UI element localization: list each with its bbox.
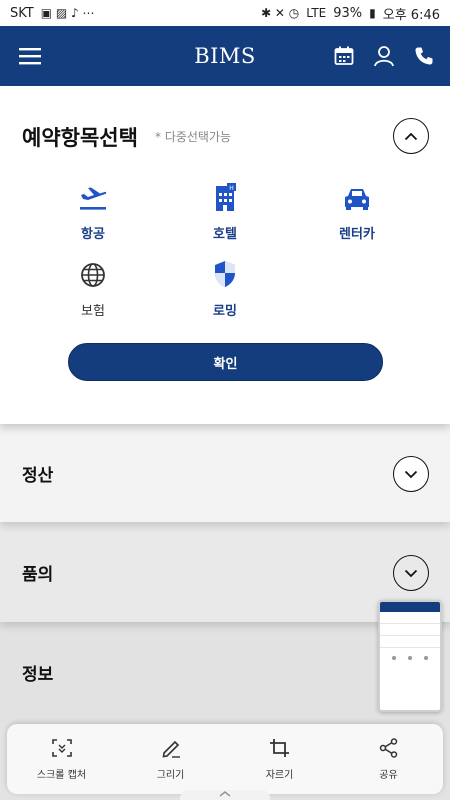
globe-icon	[81, 263, 105, 287]
section-title: 정산	[22, 465, 54, 486]
scroll-capture-icon	[51, 738, 72, 757]
hotel-icon: H	[216, 183, 236, 211]
crop-button[interactable]: 자르기	[235, 738, 325, 781]
svg-text:H: H	[229, 185, 234, 192]
reservation-title: 예약항목선택	[22, 126, 138, 150]
multi-select-hint: * 다중선택가능	[155, 130, 232, 144]
airplane-icon	[80, 187, 107, 210]
thumb-icons	[380, 648, 440, 668]
menu-icon[interactable]	[18, 44, 42, 68]
status-bar: SKT ▣ ▨ ♪ ⋯ ✱ ✕ ◷ LTE 93% ▮ 오후 6:46	[0, 0, 450, 26]
section-title: 품의	[22, 564, 54, 585]
thumb-row	[380, 624, 440, 636]
collapse-button[interactable]	[393, 118, 429, 154]
user-icon[interactable]	[372, 44, 396, 68]
chevron-up-icon	[404, 132, 418, 140]
carrier-label: SKT	[10, 5, 34, 21]
category-label: 항공	[81, 227, 105, 242]
app-logo[interactable]: BIMS	[194, 44, 256, 68]
expand-button[interactable]	[393, 555, 429, 591]
calendar-icon[interactable]	[332, 44, 356, 68]
share-button[interactable]: 공유	[344, 737, 434, 781]
category-hotel[interactable]: H 호텔	[170, 181, 280, 242]
category-label: 보험	[81, 304, 105, 319]
tool-label: 그리기	[156, 769, 185, 781]
system-icons: ✱ ✕ ◷	[261, 6, 300, 20]
screenshot-preview[interactable]	[378, 600, 442, 712]
category-label: 로밍	[213, 304, 237, 319]
thumb-header	[380, 602, 440, 612]
category-rentcar[interactable]: 렌터카	[302, 181, 412, 242]
section-settlement[interactable]: 정산	[0, 424, 450, 522]
tool-label: 공유	[379, 769, 398, 781]
category-label: 호텔	[213, 227, 237, 242]
scroll-capture-button[interactable]: 스크롤 캡처	[17, 738, 107, 781]
battery-percent: 93%	[333, 5, 363, 21]
chevron-up-icon	[219, 791, 231, 797]
category-flight[interactable]: 항공	[38, 181, 148, 242]
clock: 오후 6:46	[382, 7, 440, 23]
app-header: BIMS	[0, 26, 450, 86]
phone-icon[interactable]	[412, 44, 436, 68]
chevron-down-icon	[404, 569, 418, 577]
confirm-button[interactable]: 확인	[68, 343, 383, 381]
pen-icon	[162, 740, 180, 758]
category-label: 렌터카	[339, 227, 375, 242]
share-icon	[379, 737, 397, 758]
network-label: LTE	[306, 6, 327, 20]
thumb-row	[380, 636, 440, 648]
toolbar-handle[interactable]	[180, 790, 270, 800]
category-roaming[interactable]: 로밍	[170, 258, 280, 319]
chevron-down-icon	[404, 470, 418, 478]
draw-button[interactable]: 그리기	[126, 738, 216, 781]
crop-icon	[269, 738, 289, 757]
tool-label: 스크롤 캡처	[36, 769, 87, 781]
shield-icon	[215, 261, 235, 287]
section-title: 정보	[22, 664, 54, 685]
expand-button[interactable]	[393, 456, 429, 492]
tool-label: 자르기	[265, 769, 294, 781]
capture-toolbar: 스크롤 캡처 그리기 자르기 공유	[7, 724, 443, 794]
reservation-card: 예약항목선택 * 다중선택가능 항공 H 호텔 렌터카 보험 로밍 확인	[0, 86, 450, 424]
category-insurance[interactable]: 보험	[38, 258, 148, 319]
notification-icons: ▣ ▨ ♪ ⋯	[40, 6, 95, 20]
car-icon	[345, 189, 369, 210]
thumb-row	[380, 612, 440, 624]
battery-icon: ▮	[369, 6, 376, 20]
